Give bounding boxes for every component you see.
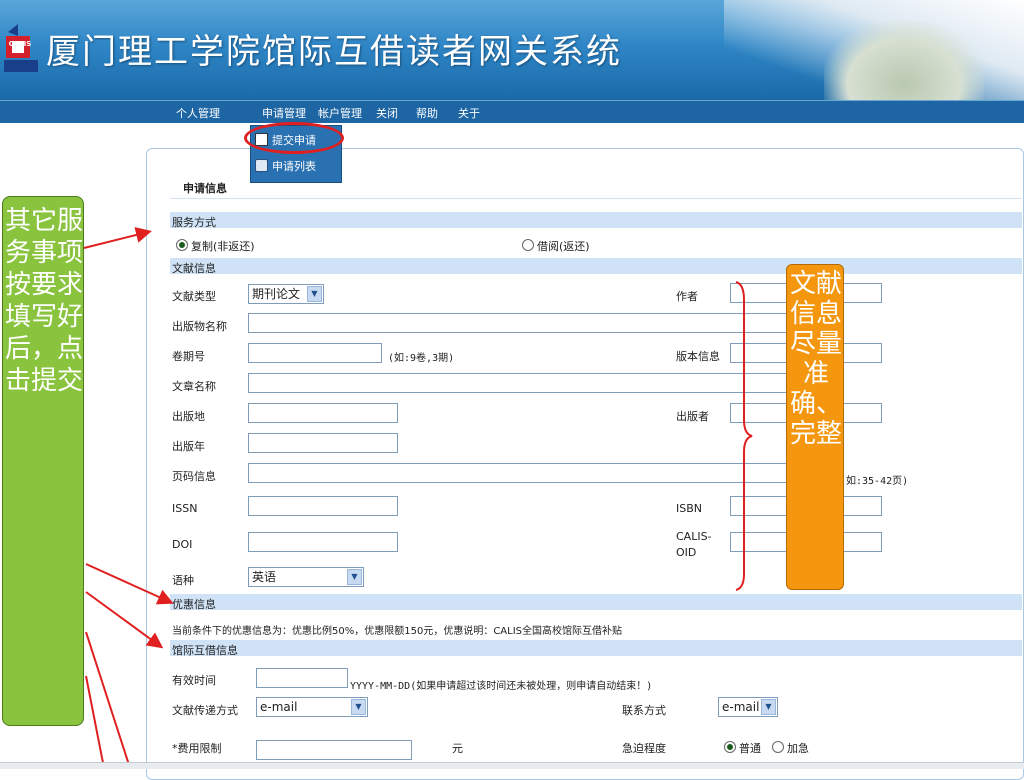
edition-label: 版本信息	[676, 350, 720, 363]
doi-input[interactable]	[248, 532, 398, 552]
divider	[170, 198, 1022, 199]
language-select[interactable]: 英语 ▼	[248, 567, 364, 587]
fee-unit: 元	[452, 742, 463, 755]
fee-label: *费用限制	[172, 742, 222, 755]
calis-logo-icon	[4, 24, 38, 72]
contact-select[interactable]: e-mail ▼	[718, 697, 778, 717]
callout-right: 文献信息尽量准确、完整	[786, 264, 844, 590]
valid-date-input[interactable]	[256, 668, 348, 688]
doi-label: DOI	[172, 538, 193, 551]
chevron-down-icon: ▼	[351, 699, 366, 715]
isbn-label: ISBN	[676, 502, 703, 515]
valid-hint: YYYY-MM-DD(如果申请超过该时间还未被处理，则申请自动结束！)	[350, 681, 653, 692]
section-document: 文献信息	[170, 258, 1022, 275]
nav-bar: 个人管理 申请管理 帐户管理 关闭 帮助 关于	[0, 100, 1024, 123]
chevron-down-icon: ▼	[347, 569, 362, 585]
publication-input[interactable]	[248, 313, 788, 333]
valid-label: 有效时间	[172, 674, 216, 687]
callout-left: 其它服务事项按要求填写好后，点击提交	[2, 196, 84, 726]
issn-label: ISSN	[172, 502, 198, 515]
chevron-down-icon: ▼	[761, 699, 776, 715]
doc-type-select[interactable]: 期刊论文 ▼	[248, 284, 324, 304]
arrow-down-1	[85, 631, 131, 768]
radio-urgency-normal[interactable]: 普通	[724, 740, 761, 756]
menu-item-list[interactable]: 申请列表	[255, 158, 316, 174]
place-label: 出版地	[172, 410, 205, 423]
logo-text: CALIS	[8, 40, 32, 48]
radio-loan[interactable]: 借阅(返还)	[522, 238, 590, 254]
highlight-ring	[244, 122, 344, 154]
article-label: 文章名称	[172, 380, 216, 393]
section-service: 服务方式	[170, 212, 1022, 229]
volume-hint: (如:9卷,3期)	[388, 353, 455, 364]
section-discount: 优惠信息	[170, 594, 1022, 611]
nav-personal[interactable]: 个人管理	[176, 105, 220, 121]
issn-input[interactable]	[248, 496, 398, 516]
arrow-to-service	[83, 227, 152, 249]
chevron-down-icon: ▼	[307, 286, 322, 302]
volume-input[interactable]	[248, 343, 382, 363]
doc-type-label: 文献类型	[172, 290, 216, 303]
author-label: 作者	[676, 290, 698, 303]
pages-input[interactable]	[248, 463, 788, 483]
panel-title: 申请信息	[183, 182, 227, 195]
place-input[interactable]	[248, 403, 398, 423]
delivery-label: 文献传递方式	[172, 704, 238, 717]
fee-input[interactable]	[256, 740, 412, 760]
publication-label: 出版物名称	[172, 320, 227, 333]
arrow-down-2	[85, 675, 105, 768]
language-label: 语种	[172, 574, 194, 587]
year-input[interactable]	[248, 433, 398, 453]
radio-icon	[522, 239, 534, 251]
calis-oid-label: CALIS- OID	[676, 530, 712, 559]
search-list-icon	[255, 159, 268, 172]
pages-hint: 如:35-42页)	[846, 476, 909, 487]
nav-account[interactable]: 帐户管理	[318, 105, 362, 121]
radio-icon	[176, 239, 188, 251]
article-input[interactable]	[248, 373, 788, 393]
pages-label: 页码信息	[172, 470, 216, 483]
section-ill: 馆际互借信息	[170, 640, 1022, 657]
nav-close[interactable]: 关闭	[376, 105, 398, 121]
publisher-label: 出版者	[676, 410, 709, 423]
radio-icon	[772, 741, 784, 753]
discount-text: 当前条件下的优惠信息为：优惠比例50%，优惠限额150元，优惠说明：CALIS全…	[172, 626, 623, 637]
delivery-select[interactable]: e-mail ▼	[256, 697, 368, 717]
system-title: 厦门理工学院馆际互借读者网关系统	[46, 32, 622, 72]
callout-left-text: 其它服务事项按要求填写好后，点击提交	[4, 206, 83, 396]
nav-about[interactable]: 关于	[458, 105, 480, 121]
volume-label: 卷期号	[172, 350, 205, 363]
nav-help[interactable]: 帮助	[416, 105, 438, 121]
urgency-label: 急迫程度	[622, 742, 666, 755]
radio-copy[interactable]: 复制(非返还)	[176, 238, 255, 254]
contact-label: 联系方式	[622, 704, 666, 717]
radio-icon	[724, 741, 736, 753]
callout-right-text: 文献信息尽量准确、完整	[789, 269, 842, 449]
nav-application[interactable]: 申请管理	[262, 105, 306, 121]
radio-urgency-rush[interactable]: 加急	[772, 740, 809, 756]
year-label: 出版年	[172, 440, 205, 453]
tree-decoration	[824, 20, 984, 100]
